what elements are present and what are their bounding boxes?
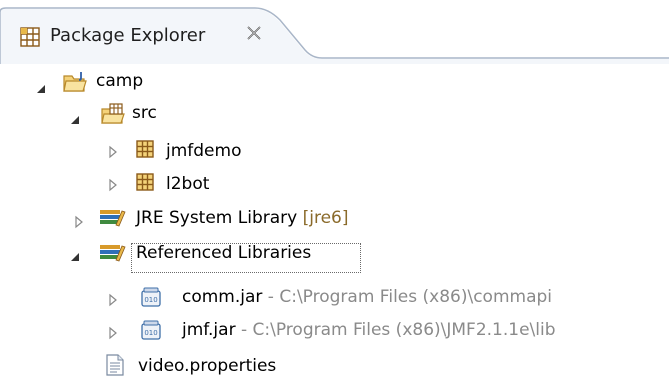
container-decoration: [jre6] [302,208,349,228]
svg-text:010: 010 [144,296,157,304]
expand-arrow-icon[interactable] [106,177,120,192]
package-explorer-icon [20,27,40,47]
expand-arrow-icon[interactable] [106,292,120,307]
collapse-arrow-icon[interactable] [68,249,82,263]
view-title[interactable]: Package Explorer [50,25,205,46]
view-tab-strip: Package Explorer [0,0,669,64]
library-icon [98,242,126,264]
tree-item-label: video.properties [138,356,277,376]
tree-item-label: jmfdemo [166,141,242,161]
package-explorer-panel: Package Explorer camp src jmfdemo l2bot … [0,0,669,385]
properties-file-icon [104,353,130,376]
tree-item-label: src [132,103,157,123]
collapse-arrow-icon[interactable] [34,81,48,95]
expand-arrow-icon[interactable] [106,144,120,159]
tree-item-label: Referenced Libraries [136,243,312,263]
close-icon[interactable] [245,24,263,42]
source-folder-icon [100,102,126,124]
tree-item-label: comm.jar - C:\Program Files (x86)\commap… [182,287,552,307]
tree-item-label: JRE System Library [jre6] [136,208,349,228]
tree-item-label: l2bot [166,174,210,194]
jar-path: - C:\Program Files (x86)\JMF2.1.1e\lib [235,320,556,340]
package-icon [134,138,160,160]
java-project-icon [62,70,88,92]
collapse-arrow-icon[interactable] [68,112,82,126]
tree-item-label: camp [96,71,144,91]
jar-path: - C:\Program Files (x86)\commapi [262,287,552,307]
expand-arrow-icon[interactable] [72,214,86,229]
expand-arrow-icon[interactable] [106,325,120,340]
jar-icon: 010 [140,286,166,308]
tree-item-label: jmf.jar - C:\Program Files (x86)\JMF2.1.… [182,320,556,340]
library-icon [98,207,126,229]
package-icon [134,171,160,193]
jar-icon: 010 [140,319,166,341]
svg-text:010: 010 [144,329,157,337]
